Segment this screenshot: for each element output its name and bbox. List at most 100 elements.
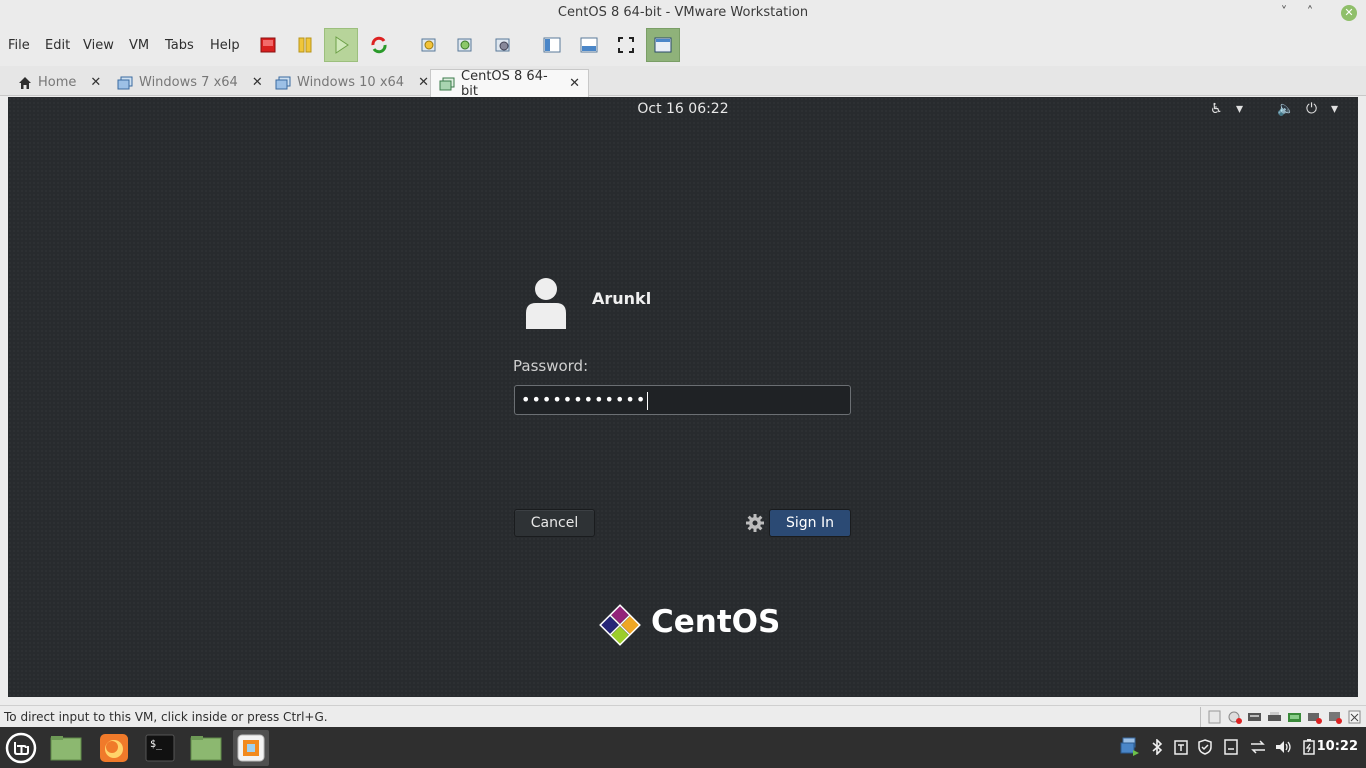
vmware-icon [237,734,265,762]
close-window-button[interactable]: ✕ [1341,5,1357,21]
vm-icon [439,77,455,91]
power-on-icon [335,36,349,54]
power-icon[interactable]: ⏻ [1306,101,1317,117]
sign-in-button[interactable]: Sign In [769,509,851,537]
terminal-glyph: $_ [150,739,163,750]
printer-icon[interactable] [1266,710,1283,724]
network-icon[interactable] [1249,739,1267,755]
power-on-button[interactable] [324,28,358,62]
usb-device-icon[interactable] [1326,710,1343,724]
menu-file[interactable]: File [8,38,30,53]
user-name: Arunkl [592,289,652,308]
fullscreen-button[interactable] [609,28,643,62]
tab-windows-7[interactable]: Windows 7 x64 ✕ [109,69,271,96]
password-label: Password: [513,357,589,375]
vmware-tray-icon[interactable] [1120,737,1140,757]
menu-edit[interactable]: Edit [45,38,70,53]
bluetooth-icon[interactable] [1150,739,1164,755]
accessibility-icon[interactable]: ♿ [1210,101,1223,117]
os-taskbar: $_ 10:22 [0,727,1366,768]
menu-tabs[interactable]: Tabs [165,38,194,53]
vm-screen[interactable]: Oct 16 06:22 ♿ ▾ 🔈 ⏻ ▾ Arunkl Password: … [8,97,1358,697]
tab-centos-8[interactable]: CentOS 8 64-bit ✕ [430,69,589,99]
terminal-button[interactable]: $_ [142,730,178,766]
mint-menu-icon [5,732,37,764]
unity-icon [654,37,672,53]
close-tab-button[interactable]: ✕ [90,75,101,90]
menu-vm[interactable]: VM [129,38,149,53]
firefox-button[interactable] [96,730,132,766]
sound-card-icon[interactable] [1306,710,1323,724]
volume-tray-icon[interactable] [1275,739,1293,755]
network-adapter-icon[interactable] [1286,710,1303,724]
device-status-icons [1200,707,1363,727]
reset-button[interactable] [362,28,396,62]
snapshot-manager-icon [495,38,510,52]
snapshot-icon [421,38,436,52]
vm-clock[interactable]: Oct 16 06:22 [8,101,1358,117]
update-manager-icon[interactable] [1197,739,1213,755]
vm-tab-bar: Home ✕ Windows 7 x64 ✕ Windows 10 x64 ✕ … [0,66,1366,99]
files-icon [190,736,222,761]
tab-windows-10[interactable]: Windows 10 x64 ✕ [267,69,437,96]
thumbnail-bar-icon [580,37,598,53]
cd-drive-icon[interactable] [1226,710,1243,724]
revert-snapshot-icon [457,38,472,52]
take-snapshot-button[interactable] [412,28,446,62]
status-message: To direct input to this VM, click inside… [4,710,328,724]
power-off-button[interactable] [251,28,285,62]
centos-brand-text: CentOS [651,604,781,640]
files-button[interactable] [188,730,224,766]
password-value: •••••••••••• [521,390,647,409]
menu-help[interactable]: Help [210,38,240,53]
tab-home[interactable]: Home ✕ [10,69,109,96]
firefox-icon [100,734,128,762]
vm-icon [117,76,133,90]
close-tab-button[interactable]: ✕ [252,75,263,90]
clipboard-icon[interactable] [1173,739,1189,755]
close-tab-button[interactable]: ✕ [569,76,580,91]
user-avatar-icon [526,278,566,329]
tab-label: Windows 10 x64 [297,75,405,90]
message-log-icon[interactable] [1346,710,1363,724]
centos-logo-icon [599,604,641,646]
gear-icon[interactable] [745,513,765,533]
tab-label: Windows 7 x64 [139,75,238,90]
tab-label: Home [38,75,77,90]
unity-button[interactable] [646,28,680,62]
fullscreen-icon [618,37,634,53]
close-tab-button[interactable]: ✕ [418,75,429,90]
show-library-button[interactable] [535,28,569,62]
hard-disk-icon[interactable] [1246,710,1263,724]
reset-icon [371,36,387,54]
home-icon [18,76,32,90]
vmware-workstation-button[interactable] [233,730,269,766]
thumbnail-bar-button[interactable] [572,28,606,62]
notes-icon[interactable] [1224,739,1238,755]
battery-icon[interactable] [1302,739,1316,755]
snapshot-manager-button[interactable] [486,28,520,62]
volume-icon[interactable]: 🔈 [1277,101,1294,117]
menu-view[interactable]: View [83,38,114,53]
terminal-icon: $_ [145,734,175,762]
chevron-down-icon[interactable]: ▾ [1331,101,1338,117]
suspend-icon [298,37,312,53]
mint-menu-button[interactable] [3,730,39,766]
status-bar: To direct input to this VM, click inside… [0,705,1366,727]
suspend-button[interactable] [288,28,322,62]
floppy-icon[interactable] [1206,710,1223,724]
show-desktop-button[interactable] [48,730,84,766]
chevron-down-icon[interactable]: ▾ [1236,101,1243,117]
password-field[interactable]: •••••••••••• [514,385,851,415]
window-title: CentOS 8 64-bit - VMware Workstation [557,5,809,20]
cancel-button[interactable]: Cancel [514,509,595,537]
maximize-button[interactable]: ˄ [1300,0,1320,26]
revert-snapshot-button[interactable] [448,28,482,62]
folder-icon [50,736,82,761]
power-off-icon [260,37,276,53]
minimize-button[interactable]: ˅ [1274,0,1294,26]
window-titlebar: CentOS 8 64-bit - VMware Workstation ˅ ˄… [0,0,1366,26]
menu-toolbar: File Edit View VM Tabs Help [0,26,1366,66]
taskbar-clock[interactable]: 10:22 [1317,739,1358,754]
library-icon [543,37,561,53]
